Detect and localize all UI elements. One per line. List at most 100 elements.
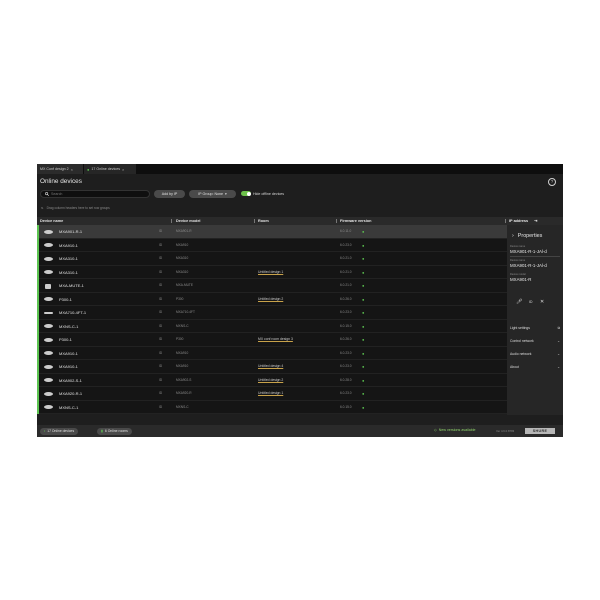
status-dot-icon: ● — [362, 269, 365, 275]
device-name-cell: MXA910-1 — [59, 242, 78, 248]
identify-button[interactable]: ID — [159, 266, 162, 280]
device-model-cell: MXNS-C — [176, 323, 189, 328]
table-row[interactable]: MXA-MUTE-1 ID MXA-MUTE 6.0.21.0 ● — [37, 279, 507, 293]
identify-button[interactable]: ID — [159, 239, 162, 253]
device-icon — [44, 270, 53, 274]
external-link-icon: ⧉ — [557, 326, 560, 330]
tab-online-devices[interactable]: ● 17 Online devices × — [84, 164, 136, 174]
room-link[interactable]: Untitled design 2 — [258, 293, 283, 307]
ip-group-label: IP Group: None — [198, 192, 224, 196]
column-separator[interactable] — [505, 219, 506, 223]
online-indicator — [37, 252, 39, 266]
table-row[interactable]: MXA902-S-1 ID MXA902-S Untitled design 2 6.0… — [37, 373, 507, 388]
room-link[interactable]: MX conf room design 3 — [258, 333, 293, 347]
device-model-cell: MXA910 — [176, 364, 189, 368]
online-indicator — [37, 292, 39, 306]
device-model-cell: MXA-MUTE — [176, 283, 193, 287]
room-link[interactable]: Untitled design 4 — [258, 360, 283, 374]
identify-button[interactable]: ID — [159, 333, 162, 347]
table-row[interactable]: MXA310-1 ID MXA310 Untitled design 1 6.0.21.… — [37, 265, 507, 280]
identify-button[interactable]: ID — [159, 401, 162, 415]
sort-arrow-icon[interactable]: ⇥ — [534, 217, 537, 225]
table-row[interactable]: MXA710-4FT-1 ID MXA710-4FT 6.0.23.0 ● — [37, 306, 507, 320]
col-room[interactable]: Room — [258, 217, 269, 225]
online-indicator — [37, 265, 39, 279]
online-dot-icon: ● — [87, 166, 90, 172]
device-name-cell: MXA910-1 — [59, 364, 78, 369]
device-icon — [44, 391, 53, 396]
online-rooms-chip[interactable]: ▮ 6 Online rooms — [97, 427, 132, 435]
status-dot-icon: ● — [362, 377, 365, 383]
device-model-label: Device model — [510, 273, 526, 276]
column-separator[interactable] — [171, 219, 172, 223]
table-row[interactable]: MXNS-C-1 ID MXNS-C 6.0.15.0 ● — [37, 319, 507, 334]
room-link[interactable]: Untitled design 2 — [258, 374, 283, 388]
identify-button[interactable]: ID — [159, 225, 162, 239]
identify-button[interactable]: ID — [159, 252, 162, 266]
table-row[interactable]: MXA910-1 ID MXA910 6.0.23.0 ● — [37, 238, 507, 253]
status-bar: • 17 Online devices ▮ 6 Online rooms ◇ N… — [37, 425, 563, 437]
search-input[interactable] — [51, 192, 141, 196]
col-device-model[interactable]: Device model — [176, 217, 200, 225]
online-devices-chip[interactable]: • 17 Online devices — [40, 427, 79, 435]
identify-button[interactable]: ID — [159, 360, 162, 374]
close-icon[interactable]: × — [71, 167, 73, 172]
ip-group-dropdown[interactable]: IP Group: None ▾ — [189, 190, 236, 198]
tools-icon[interactable]: ✕ — [540, 299, 544, 305]
room-link[interactable]: Untitled design 1 — [258, 387, 283, 401]
firmware-cell: 6.0.26.0 — [340, 296, 352, 301]
identify-button[interactable]: ID — [159, 387, 162, 401]
device-icon — [44, 297, 53, 301]
device-model-cell: MXA910 — [176, 350, 189, 355]
section-light-settings[interactable]: Light settings ⧉ — [510, 323, 560, 333]
identify-button[interactable]: ID — [159, 293, 162, 307]
close-icon[interactable]: × — [122, 167, 124, 172]
id-button[interactable]: ID — [529, 300, 532, 304]
col-ip-address[interactable]: IP address — [509, 217, 528, 225]
hide-offline-toggle[interactable] — [241, 191, 251, 196]
identify-button[interactable]: ID — [159, 306, 162, 320]
chevron-down-icon: ⌄ — [557, 339, 560, 343]
table-row[interactable]: MXNS-C-1 ID MXNS-C 6.0.15.0 ● — [37, 400, 507, 415]
identify-button[interactable]: ID — [159, 347, 162, 361]
identify-button[interactable]: ID — [159, 320, 162, 334]
table-row[interactable]: P300-1 ID P300 MX conf room design 3 6.0.26.… — [37, 333, 507, 347]
device-model-cell: P300 — [176, 337, 184, 341]
room-link[interactable]: Untitled design 1 — [258, 266, 283, 280]
help-icon[interactable]: ? — [548, 178, 556, 186]
identify-button[interactable]: ID — [159, 279, 162, 293]
table-row[interactable]: P300-1 ID P300 Untitled design 2 6.0.26.0 ● — [37, 292, 507, 307]
table-row[interactable]: MXA310-1 ID MXA310 6.0.21.0 ● — [37, 252, 507, 266]
device-icon — [44, 324, 53, 328]
column-separator[interactable] — [336, 219, 337, 223]
table-row[interactable]: MXA920-R-1 ID MXA920-R Untitled design 1 6.0… — [37, 387, 507, 401]
properties-header[interactable]: › Properties — [512, 233, 542, 239]
table-row[interactable]: MXA901-R-1 ID MXA901-R 6.0.11.0 ● — [37, 225, 507, 239]
col-device-name[interactable]: Device name — [40, 217, 63, 225]
about-label: About — [510, 365, 519, 369]
identify-button[interactable]: ID — [159, 374, 162, 388]
firmware-cell: 6.0.23.0 — [340, 350, 352, 355]
col-firmware[interactable]: Firmware version — [340, 217, 371, 225]
device-model-cell: MXA710-4FT — [176, 310, 195, 314]
search-box[interactable] — [40, 190, 150, 198]
divider — [510, 256, 560, 257]
add-by-ip-button[interactable]: Add by IP — [154, 190, 185, 198]
table-row[interactable]: MXA910-1 ID MXA910 Untitled design 4 6.0.23.… — [37, 360, 507, 374]
section-control-network[interactable]: Control network ⌄ — [510, 336, 560, 346]
device-model-cell: P300 — [176, 296, 184, 301]
microphone-icon[interactable]: 🎤︎ — [516, 299, 522, 305]
device-name-cell: MXA710-4FT-1 — [59, 310, 87, 315]
device-name-cell: MXA310-1 — [59, 256, 78, 261]
section-audio-network[interactable]: Audio network ⌄ — [510, 349, 560, 359]
tab-design[interactable]: MX Conf design 2 × — [37, 164, 83, 174]
section-about[interactable]: About ⌄ — [510, 362, 560, 372]
device-name-value-2: MXA901-R-1-JAl-d — [510, 263, 547, 268]
properties-title: Properties — [517, 233, 543, 239]
device-model-cell: MXA901-R — [176, 229, 192, 233]
table-row[interactable]: MXA910-1 ID MXA910 6.0.23.0 ● — [37, 346, 507, 361]
column-separator[interactable] — [254, 219, 255, 223]
device-icon — [44, 311, 53, 314]
new-versions-link[interactable]: ◇ New versions available — [434, 428, 476, 432]
firmware-cell: 6.0.15.0 — [340, 323, 352, 328]
